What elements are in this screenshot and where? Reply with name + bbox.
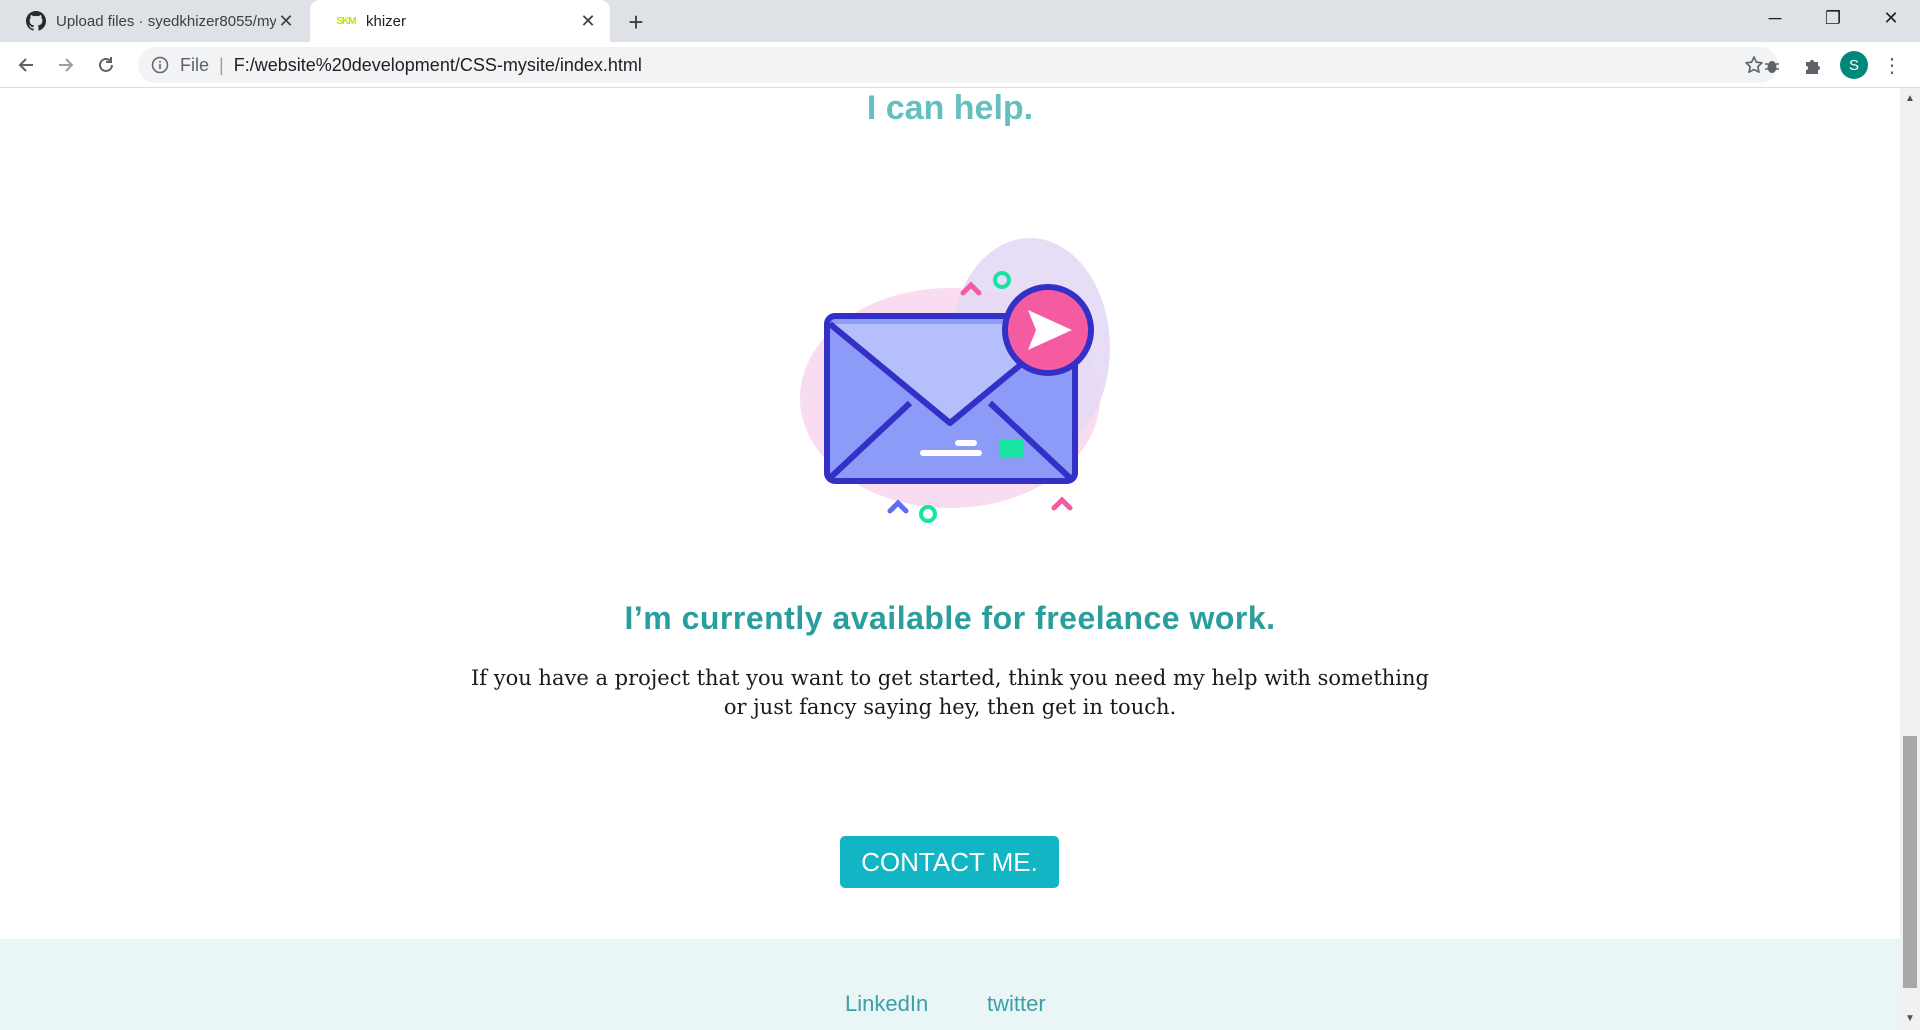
tab-title: khizer bbox=[366, 12, 407, 30]
scroll-up-arrow-icon[interactable]: ▲ bbox=[1905, 94, 1915, 104]
browser-toolbar: File | F:/website%20development/CSS-mysi… bbox=[0, 42, 1920, 88]
heading-freelance: I’m currently available for freelance wo… bbox=[624, 600, 1276, 636]
intro-paragraph: If you have a project that you want to g… bbox=[470, 666, 1429, 719]
url-text: F:/website%20development/CSS-mysite/inde… bbox=[233, 54, 642, 75]
forward-arrow-icon bbox=[59, 58, 74, 72]
address-bar[interactable]: File | F:/website%20development/CSS-mysi… bbox=[138, 47, 1778, 83]
close-window-icon[interactable]: ✕ bbox=[1862, 0, 1920, 36]
back-button[interactable] bbox=[10, 50, 42, 80]
tab-github[interactable]: Upload files · syedkhizer8055/my ✕ bbox=[0, 0, 308, 42]
puzzle-extensions-icon[interactable] bbox=[1798, 52, 1826, 80]
tab-khizer[interactable]: SKM khizer ✕ bbox=[310, 0, 610, 42]
reload-button[interactable] bbox=[90, 50, 122, 80]
close-icon[interactable]: ✕ bbox=[578, 11, 598, 31]
close-icon[interactable]: ✕ bbox=[276, 11, 296, 31]
tab-title: Upload files · syedkhizer8055/my bbox=[56, 12, 277, 30]
menu-dots-icon[interactable]: ⋮ bbox=[1880, 51, 1904, 79]
restore-icon[interactable]: ❐ bbox=[1804, 0, 1862, 36]
scroll-thumb[interactable] bbox=[1903, 736, 1917, 988]
site-icon-text: SKM bbox=[336, 15, 356, 27]
browser-tab-bar: Upload files · syedkhizer8055/my ✕ SKM k… bbox=[0, 0, 1920, 42]
heading-i-can-help: I can help. bbox=[866, 89, 1034, 127]
minimize-icon[interactable]: ─ bbox=[1746, 0, 1804, 36]
new-tab-button[interactable]: + bbox=[622, 7, 650, 37]
profile-avatar[interactable]: S bbox=[1840, 51, 1868, 79]
url-separator: | bbox=[219, 54, 224, 75]
vertical-scrollbar[interactable]: ▲ ▼ bbox=[1900, 88, 1920, 1030]
footer: LinkedIn twitter bbox=[0, 939, 1900, 1030]
site-icon: SKM bbox=[336, 11, 356, 31]
footer-link-linkedin[interactable]: LinkedIn bbox=[845, 991, 928, 1017]
contact-me-button[interactable]: CONTACT ME. bbox=[840, 836, 1059, 888]
page-viewport: I can help. I’m currently available for … bbox=[0, 88, 1900, 1030]
back-arrow-icon bbox=[18, 58, 33, 72]
info-icon[interactable] bbox=[150, 55, 170, 75]
reload-icon bbox=[99, 57, 113, 72]
url-scheme: File bbox=[180, 54, 210, 75]
github-icon bbox=[26, 11, 46, 31]
footer-link-twitter[interactable]: twitter bbox=[987, 991, 1046, 1017]
mail-send-illustration bbox=[800, 238, 1110, 523]
bug-extension-icon[interactable] bbox=[1758, 52, 1786, 80]
forward-button[interactable] bbox=[50, 50, 82, 80]
scroll-down-arrow-icon[interactable]: ▼ bbox=[1905, 1014, 1915, 1024]
